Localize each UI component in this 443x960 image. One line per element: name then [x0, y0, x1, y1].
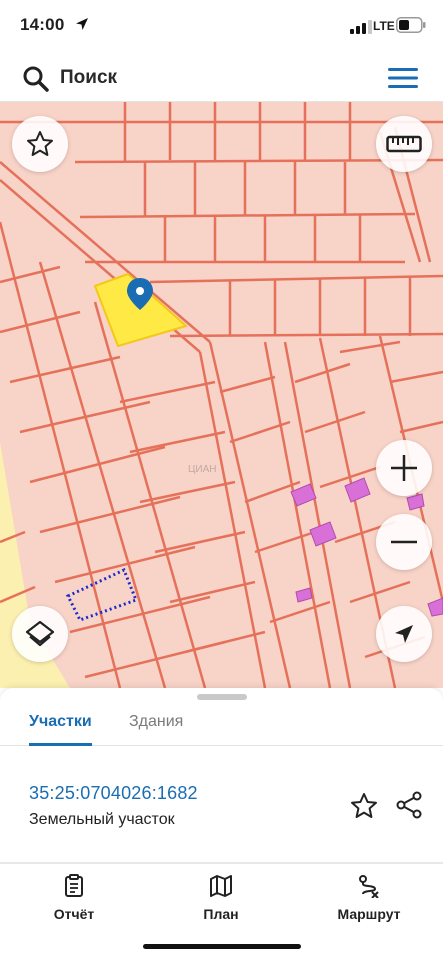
- nav-route-label: Маршрут: [337, 906, 401, 922]
- my-location-button[interactable]: [376, 606, 432, 662]
- navigation-arrow-icon: [395, 625, 413, 643]
- battery-icon: [396, 17, 426, 33]
- network-type: LTE: [373, 19, 395, 33]
- nav-route[interactable]: Маршрут: [314, 874, 424, 922]
- status-bar: 14:00 LTE: [0, 0, 443, 54]
- nav-plan[interactable]: План: [166, 874, 276, 922]
- sheet-drag-handle[interactable]: [197, 694, 247, 700]
- bottom-navigation: Отчёт План Маршрут: [0, 864, 443, 960]
- nav-plan-label: План: [203, 906, 239, 922]
- search-bar: [0, 54, 443, 102]
- sheet-tabs: Участки Здания: [0, 706, 443, 746]
- zoom-in-button[interactable]: [376, 440, 432, 496]
- star-icon: [27, 131, 53, 156]
- favorite-map-button[interactable]: [12, 116, 68, 172]
- nav-report-label: Отчёт: [53, 906, 95, 922]
- nav-report[interactable]: Отчёт: [19, 874, 129, 922]
- zoom-out-button[interactable]: [376, 514, 432, 570]
- tab-buildings[interactable]: Здания: [129, 710, 183, 746]
- hamburger-menu-icon[interactable]: [386, 64, 420, 92]
- search-input[interactable]: [60, 60, 360, 96]
- share-icon[interactable]: [394, 790, 424, 820]
- layers-icon: [25, 620, 55, 647]
- ruler-icon: [386, 135, 422, 153]
- cellular-signal-icon: [350, 20, 372, 34]
- status-time: 14:00: [20, 15, 65, 34]
- star-icon[interactable]: [349, 791, 379, 821]
- report-icon: [65, 874, 83, 897]
- plus-icon: [391, 455, 417, 481]
- map-watermark: ЦИАН: [188, 464, 217, 475]
- parcel-type-label: Земельный участок: [29, 811, 175, 828]
- search-icon[interactable]: [22, 65, 50, 93]
- cadastral-number-link[interactable]: 35:25:0704026:1682: [29, 783, 198, 804]
- cadastral-map[interactable]: ЦИАН: [0, 102, 443, 688]
- map-canvas[interactable]: [0, 102, 443, 688]
- layers-button[interactable]: [12, 606, 68, 662]
- parcel-info-sheet: Участки Здания 35:25:0704026:1682 Земель…: [0, 688, 443, 864]
- tab-parcels[interactable]: Участки: [29, 710, 92, 746]
- route-icon: [359, 875, 379, 898]
- map-icon: [210, 875, 232, 897]
- home-indicator[interactable]: [143, 944, 301, 949]
- location-arrow-icon: [76, 18, 88, 30]
- ruler-button[interactable]: [376, 116, 432, 172]
- minus-icon: [391, 540, 417, 544]
